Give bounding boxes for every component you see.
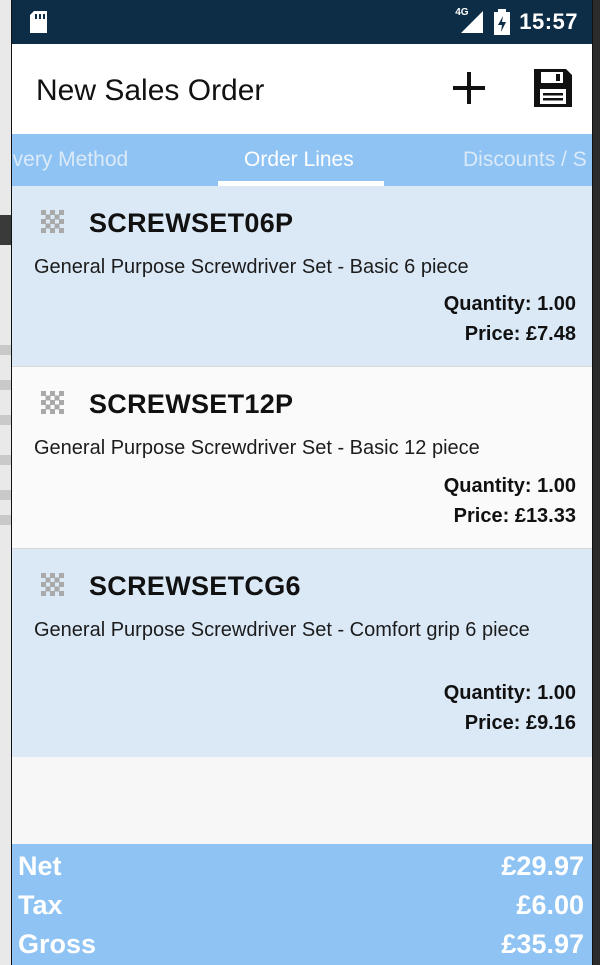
order-totals: Net £29.97 Tax £6.00 Gross £35.97 [12, 844, 592, 965]
tab-order-lines[interactable]: Order Lines [244, 148, 354, 172]
floppy-disk-icon [534, 69, 572, 107]
net-value: £29.97 [501, 851, 584, 881]
background-fragment [0, 415, 12, 425]
product-code: SCREWSET06P [89, 208, 294, 238]
gross-total-row: Gross £35.97 [18, 929, 584, 965]
background-fragment [0, 455, 12, 465]
tax-value: £6.00 [516, 890, 584, 920]
background-fragment [0, 490, 12, 500]
plus-icon [453, 72, 485, 104]
clock: 15:57 [519, 9, 578, 34]
gross-label: Gross [18, 929, 97, 959]
battery-icon [494, 9, 511, 35]
add-button[interactable] [449, 68, 489, 108]
order-line-item[interactable]: SCREWSETCG6 General Purpose Screwdriver … [12, 549, 592, 758]
net-label: Net [18, 851, 62, 881]
line-price: Price: £13.33 [453, 505, 576, 527]
product-description: General Purpose Screwdriver Set - Comfor… [34, 619, 530, 641]
product-description: General Purpose Screwdriver Set - Basic … [34, 437, 480, 459]
drag-handle-icon[interactable] [39, 389, 67, 417]
list-empty-space [12, 757, 592, 844]
product-description: General Purpose Screwdriver Set - Basic … [34, 256, 469, 278]
tab-bar: ivery Method Order Lines Discounts / S [12, 134, 592, 186]
app-window: 4G 15:57 New Sales Order ivery Method Or… [12, 0, 592, 965]
status-bar: 4G 15:57 [12, 0, 592, 44]
sim-card-icon [30, 11, 47, 33]
line-quantity: Quantity: 1.00 [443, 682, 576, 704]
order-line-item[interactable]: SCREWSET12P General Purpose Screwdriver … [12, 367, 592, 549]
line-price: Price: £7.48 [464, 323, 576, 345]
order-line-item[interactable]: SCREWSET06P General Purpose Screwdriver … [12, 186, 592, 367]
gross-value: £35.97 [501, 929, 584, 959]
drag-handle-icon[interactable] [39, 571, 67, 599]
line-quantity: Quantity: 1.00 [443, 293, 576, 315]
line-price: Price: £9.16 [464, 712, 576, 734]
signal-icon: 4G [455, 7, 485, 35]
background-fragment [0, 380, 12, 390]
page-title: New Sales Order [36, 74, 265, 107]
background-fragment [0, 515, 12, 525]
save-button[interactable] [532, 67, 574, 109]
product-code: SCREWSETCG6 [89, 571, 301, 601]
tab-delivery-method[interactable]: ivery Method [12, 148, 128, 172]
tab-discounts[interactable]: Discounts / S [463, 148, 587, 172]
tax-total-row: Tax £6.00 [18, 890, 584, 928]
drag-handle-icon[interactable] [39, 208, 67, 236]
app-bar: New Sales Order [12, 44, 592, 135]
tax-label: Tax [18, 890, 63, 920]
net-total-row: Net £29.97 [18, 851, 584, 889]
line-quantity: Quantity: 1.00 [443, 475, 576, 497]
product-code: SCREWSET12P [89, 389, 294, 419]
background-fragment [0, 345, 12, 355]
order-lines-list: SCREWSET06P General Purpose Screwdriver … [12, 186, 592, 758]
